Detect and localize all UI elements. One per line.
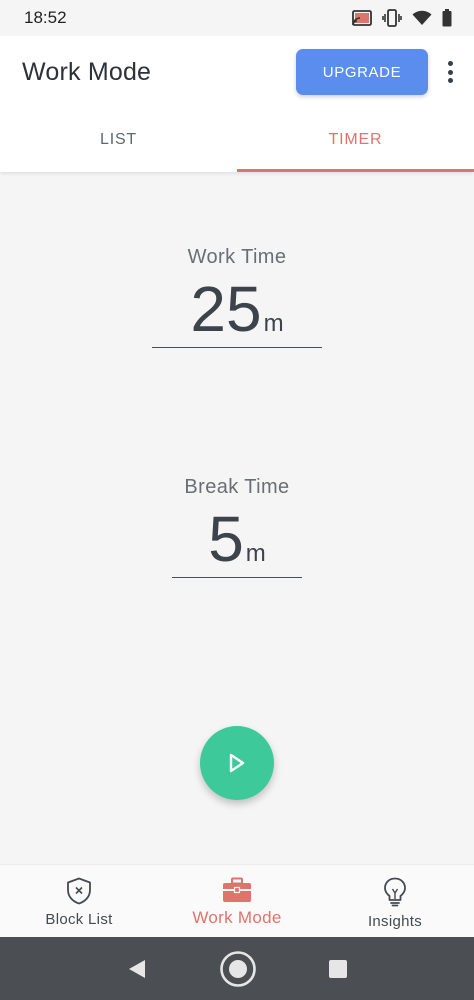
work-time-input[interactable]: 25 m [152, 277, 322, 348]
back-icon[interactable] [126, 958, 148, 980]
work-time-label: Work Time [187, 246, 287, 268]
page-title: Work Mode [22, 57, 152, 86]
tab-list[interactable]: LIST [0, 108, 237, 172]
nav-item-insights[interactable]: Insights [316, 865, 474, 937]
vibrate-icon [382, 9, 402, 27]
app-bar: Work Mode UPGRADE [0, 36, 474, 108]
battery-icon [442, 9, 452, 27]
break-time-input[interactable]: 5 m [172, 507, 302, 578]
work-time-value: 25 [190, 273, 262, 345]
bottom-nav: Block List Work Mode Insights [0, 864, 474, 937]
briefcase-icon [223, 877, 251, 902]
lightbulb-icon [384, 877, 406, 907]
shield-x-icon [67, 877, 91, 905]
play-icon [229, 753, 245, 773]
status-icons [352, 9, 452, 27]
break-time-section: Break Time 5 m [0, 476, 474, 578]
upgrade-button[interactable]: UPGRADE [296, 49, 428, 95]
system-nav-bar [0, 937, 474, 1000]
nav-label-insights: Insights [367, 913, 423, 930]
more-vert-icon[interactable] [442, 58, 458, 86]
wifi-icon [412, 10, 432, 25]
tab-timer[interactable]: TIMER [237, 108, 474, 172]
nav-item-work-mode[interactable]: Work Mode [158, 865, 316, 937]
home-icon[interactable] [219, 950, 257, 988]
start-timer-button[interactable] [200, 726, 274, 800]
break-time-unit: m [245, 540, 266, 567]
nav-label-work-mode: Work Mode [192, 908, 282, 927]
recents-icon[interactable] [328, 959, 348, 979]
status-bar: 18:52 [0, 0, 474, 36]
cast-icon [352, 10, 372, 26]
break-time-value: 5 [208, 503, 244, 575]
work-time-section: Work Time 25 m [0, 246, 474, 348]
work-time-unit: m [263, 310, 284, 337]
status-time: 18:52 [24, 8, 67, 27]
nav-item-block-list[interactable]: Block List [0, 865, 158, 937]
break-time-label: Break Time [184, 476, 290, 498]
tab-bar: LIST TIMER [0, 108, 474, 172]
nav-label-block-list: Block List [45, 911, 113, 928]
